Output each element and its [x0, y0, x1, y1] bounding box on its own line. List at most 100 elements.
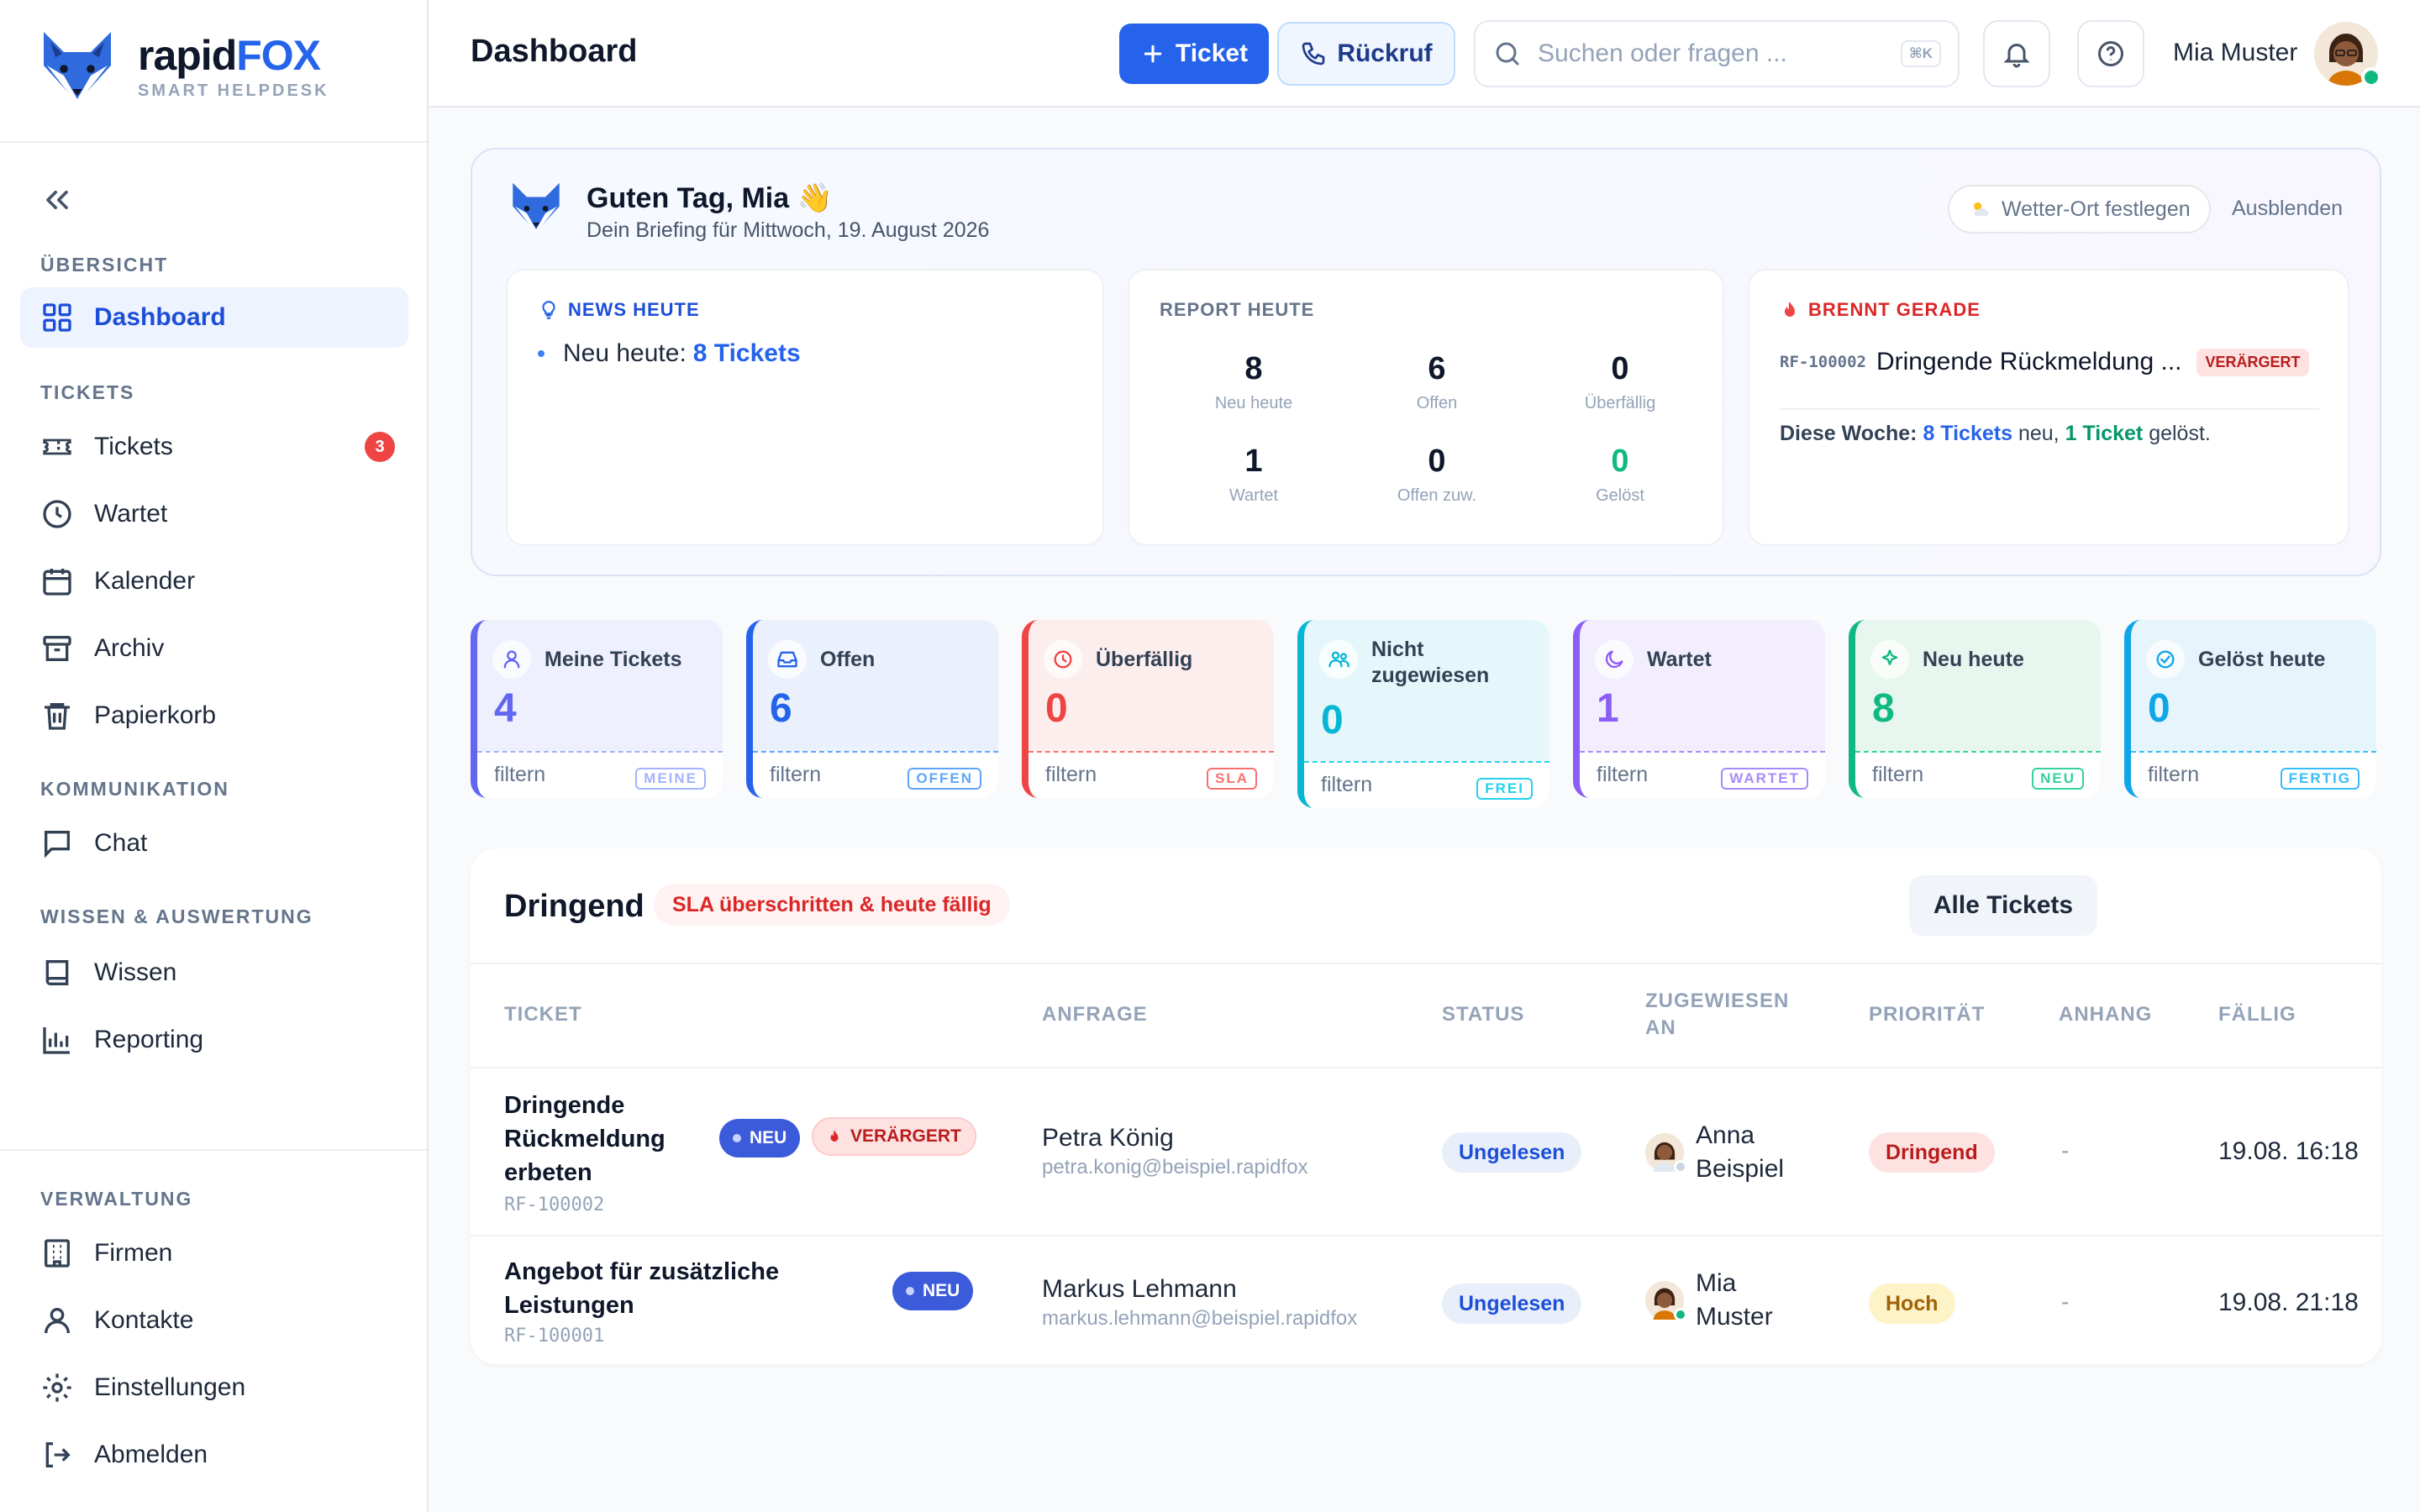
- burning-ticket-link[interactable]: RF-100002 Dringende Rückmeldung ... VERÄ…: [1780, 348, 2309, 376]
- sidebar-item-settings[interactable]: Einstellungen: [20, 1357, 408, 1418]
- clock-icon: [43, 500, 71, 528]
- set-weather-location-button[interactable]: Wetter-Ort festlegen: [1948, 185, 2211, 234]
- stat-body: Wartet 1: [1580, 620, 1825, 751]
- sidebar-item-calendar[interactable]: Kalender: [20, 551, 408, 612]
- priority-badge: Dringend: [1869, 1132, 1995, 1173]
- sidebar-item-reporting[interactable]: Reporting: [20, 1010, 408, 1070]
- stat-filter[interactable]: filtern SLA: [1028, 751, 1274, 798]
- assignee[interactable]: Mia Muster: [1645, 1267, 1797, 1334]
- column-status[interactable]: STATUS: [1442, 1001, 1524, 1028]
- calendar-icon: [43, 569, 71, 596]
- sidebar-item-contacts[interactable]: Kontakte: [20, 1290, 408, 1351]
- report-stat-label: Überfällig: [1584, 394, 1656, 412]
- stat-title: Gelöst heute: [2198, 648, 2326, 671]
- check-circle-icon: [2146, 640, 2185, 679]
- fox-logo-icon: [44, 32, 111, 104]
- priority-badge: Hoch: [1869, 1284, 1955, 1324]
- column-assignee[interactable]: ZUGEWIESEN AN: [1645, 988, 1788, 1042]
- requester: Petra König petra.konig@beispiel.rapidfo…: [1042, 1124, 1308, 1179]
- attachment-value: -: [2061, 1137, 2070, 1163]
- stat-body: Neu heute 8: [1855, 620, 2101, 751]
- sidebar-item-knowledge[interactable]: Wissen: [20, 942, 408, 1003]
- callback-button[interactable]: Rückruf: [1277, 22, 1455, 86]
- report-stat: 8 Neu heute: [1195, 351, 1313, 413]
- stat-new-today[interactable]: Neu heute 8 filtern NEU: [1849, 620, 2101, 798]
- stat-value: 1: [1597, 686, 1619, 731]
- avatar: [1645, 1281, 1687, 1321]
- column-priority[interactable]: PRIORITÄT: [1869, 1001, 1985, 1028]
- ticket-title[interactable]: Angebot für zusätzliche Leistungen: [504, 1255, 790, 1322]
- filter-link[interactable]: filtern: [494, 763, 545, 787]
- report-stat: 1 Wartet: [1195, 444, 1313, 506]
- table-row[interactable]: Angebot für zusätzliche Leistungen RF-10…: [471, 1236, 2381, 1364]
- stat-filter[interactable]: filtern WARTET: [1580, 751, 1825, 798]
- stat-filter[interactable]: filtern OFFEN: [753, 751, 998, 798]
- all-tickets-button[interactable]: Alle Tickets: [1909, 875, 2097, 936]
- sidebar-item-label: Dashboard: [94, 303, 226, 331]
- stat-filter[interactable]: filtern MEINE: [477, 751, 723, 798]
- sidebar-item-companies[interactable]: Firmen: [20, 1223, 408, 1284]
- sidebar-item-waiting[interactable]: Wartet: [20, 484, 408, 544]
- filter-chip: NEU: [2032, 768, 2084, 790]
- table-row[interactable]: Dringende Rückmeldung erbeten RF-100002 …: [471, 1068, 2381, 1236]
- column-attachment[interactable]: ANHANG: [2059, 1001, 2152, 1028]
- divider: [0, 141, 427, 143]
- stat-title: Überfällig: [1096, 648, 1193, 671]
- filter-link[interactable]: filtern: [770, 763, 821, 787]
- sidebar-item-label: Reporting: [94, 1026, 204, 1053]
- sidebar-item-dashboard[interactable]: Dashboard: [20, 287, 408, 348]
- building-icon: [45, 1239, 70, 1268]
- filter-link[interactable]: filtern: [1321, 773, 1372, 797]
- stat-overdue[interactable]: Überfällig 0 filtern SLA: [1022, 620, 1274, 798]
- sidebar-item-label: Kalender: [94, 567, 196, 595]
- user-name: Mia Muster: [2173, 39, 2298, 66]
- sidebar: rapidFOX SMART HELPDESK ÜBERSICHT Dashbo…: [0, 0, 429, 1512]
- filter-link[interactable]: filtern: [1872, 763, 1923, 787]
- column-due[interactable]: FÄLLIG: [2218, 1001, 2296, 1028]
- filter-link[interactable]: filtern: [2148, 763, 2199, 787]
- stat-open[interactable]: Offen 6 filtern OFFEN: [746, 620, 998, 798]
- filter-link[interactable]: filtern: [1597, 763, 1648, 787]
- stat-filter[interactable]: filtern FERTIG: [2131, 751, 2376, 798]
- stat-solved-today[interactable]: Gelöst heute 0 filtern FERTIG: [2124, 620, 2376, 798]
- filter-link[interactable]: filtern: [1045, 763, 1097, 787]
- sun-cloud-icon: [1974, 202, 1989, 217]
- stat-waiting[interactable]: Wartet 1 filtern WARTET: [1573, 620, 1825, 798]
- new-ticket-label: Ticket: [1175, 39, 1249, 67]
- sidebar-item-label: Abmelden: [94, 1441, 208, 1468]
- help-button[interactable]: [2077, 20, 2144, 87]
- filter-chip: FERTIG: [2280, 768, 2360, 790]
- ticket-title[interactable]: Dringende Rückmeldung erbeten: [504, 1089, 706, 1189]
- stat-filter[interactable]: filtern FREI: [1304, 761, 1549, 808]
- stat-filter[interactable]: filtern NEU: [1855, 751, 2101, 798]
- stat-title: Meine Tickets: [544, 648, 682, 671]
- collapse-sidebar-button[interactable]: [39, 181, 76, 218]
- column-ticket[interactable]: TICKET: [504, 1001, 582, 1028]
- stat-my-tickets[interactable]: Meine Tickets 4 filtern MEINE: [471, 620, 723, 798]
- attachment-value: -: [2061, 1289, 2070, 1315]
- report-stat-label: Wartet: [1228, 486, 1279, 505]
- sidebar-item-tickets[interactable]: Tickets 3: [20, 417, 408, 477]
- user-icon: [492, 640, 531, 679]
- search-input[interactable]: Suchen oder fragen ... ⌘K: [1474, 20, 1960, 87]
- assignee[interactable]: Anna Beispiel: [1645, 1119, 1797, 1186]
- report-stat-label: Gelöst: [1596, 486, 1644, 505]
- brand-tagline: SMART HELPDESK: [138, 81, 329, 100]
- fire-icon: [1785, 302, 1795, 317]
- column-request[interactable]: ANFRAGE: [1042, 1001, 1148, 1028]
- assignee-name: Anna Beispiel: [1696, 1121, 1785, 1183]
- new-ticket-button[interactable]: Ticket: [1119, 24, 1269, 84]
- stat-unassigned[interactable]: Nicht zugewiesen 0 filtern FREI: [1297, 620, 1549, 808]
- sidebar-item-logout[interactable]: Abmelden: [20, 1425, 408, 1485]
- avatar: [1645, 1133, 1687, 1173]
- hide-briefing-button[interactable]: Ausblenden: [2232, 197, 2343, 221]
- notifications-button[interactable]: [1983, 20, 2050, 87]
- sidebar-item-label: Chat: [94, 829, 148, 857]
- news-tickets-link[interactable]: 8 Tickets: [693, 339, 801, 368]
- sidebar-item-chat[interactable]: Chat: [20, 813, 408, 874]
- brand-logo[interactable]: rapidFOX SMART HELPDESK: [34, 24, 329, 111]
- sidebar-item-trash[interactable]: Papierkorb: [20, 685, 408, 746]
- fire-icon: [830, 1130, 839, 1142]
- brand-name: rapidFOX: [138, 31, 321, 79]
- sidebar-item-archive[interactable]: Archiv: [20, 618, 408, 679]
